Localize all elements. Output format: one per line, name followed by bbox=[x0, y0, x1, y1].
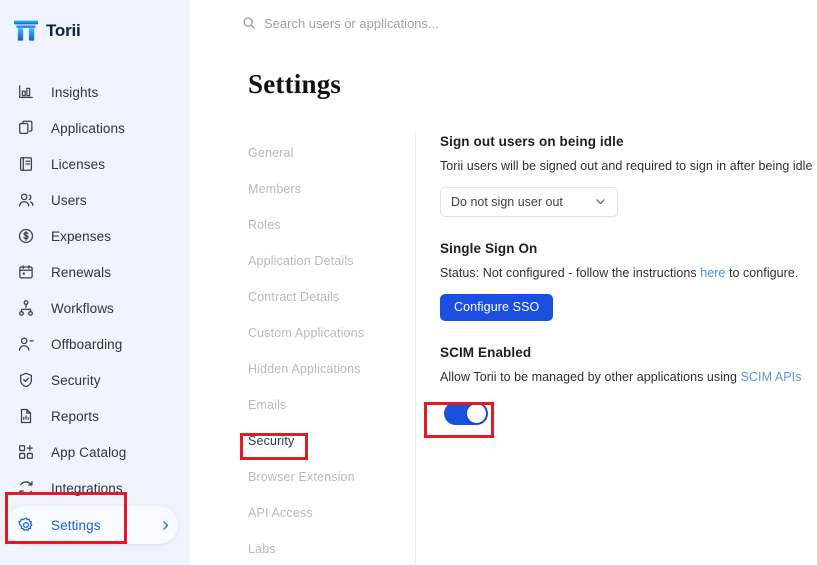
settings-subnav: General Members Roles Application Detail… bbox=[248, 133, 415, 565]
idle-signout-description: Torii users will be signed out and requi… bbox=[440, 159, 813, 173]
bar-chart-icon bbox=[16, 83, 35, 102]
gear-icon bbox=[16, 516, 35, 535]
page-title: Settings bbox=[248, 69, 342, 99]
sidebar-item-insights[interactable]: Insights bbox=[0, 74, 190, 110]
app-root: Torii Insights Applications Licenses Use… bbox=[0, 0, 817, 565]
sidebar-item-label: Security bbox=[51, 372, 101, 388]
subnav-item-labs[interactable]: Labs bbox=[248, 531, 415, 565]
sidebar-item-label: Reports bbox=[51, 408, 99, 424]
sidebar-item-renewals[interactable]: Renewals bbox=[0, 254, 190, 290]
sidebar-nav: Insights Applications Licenses Users Exp… bbox=[0, 74, 190, 544]
sidebar-item-label: Users bbox=[51, 192, 87, 208]
user-minus-icon bbox=[16, 335, 35, 354]
top-bar bbox=[190, 0, 817, 40]
sso-section: Single Sign On Status: Not configured - … bbox=[440, 241, 817, 321]
subnav-item-members[interactable]: Members bbox=[248, 171, 415, 207]
brand: Torii bbox=[0, 14, 190, 48]
configure-sso-button[interactable]: Configure SSO bbox=[440, 293, 554, 321]
grid-plus-icon bbox=[16, 443, 35, 462]
torii-gate-logo-icon bbox=[14, 20, 39, 42]
settings-content: General Members Roles Application Detail… bbox=[190, 133, 817, 565]
search-input[interactable] bbox=[264, 15, 524, 31]
subnav-item-general[interactable]: General bbox=[248, 135, 415, 171]
brand-name: Torii bbox=[46, 21, 81, 40]
subnav-item-contract-details[interactable]: Contract Details bbox=[248, 279, 415, 315]
idle-signout-select-value: Do not sign user out bbox=[451, 194, 563, 209]
search-icon bbox=[242, 16, 256, 30]
sidebar-item-label: Expenses bbox=[51, 228, 112, 244]
copy-apps-icon bbox=[16, 119, 35, 138]
subnav-item-application-details[interactable]: Application Details bbox=[248, 243, 415, 279]
refresh-sync-icon bbox=[16, 479, 35, 498]
sidebar: Torii Insights Applications Licenses Use… bbox=[0, 0, 190, 565]
calendar-icon bbox=[16, 263, 35, 282]
sidebar-item-label: Applications bbox=[51, 120, 125, 136]
report-doc-icon bbox=[16, 407, 35, 426]
sidebar-item-applications[interactable]: Applications bbox=[0, 110, 190, 146]
scim-description-prefix: Allow Torii to be managed by other appli… bbox=[440, 369, 741, 384]
main-content: Settings General Members Roles Applicati… bbox=[190, 0, 817, 565]
sso-status-suffix: to configure. bbox=[725, 265, 799, 280]
scim-section: SCIM Enabled Allow Torii to be managed b… bbox=[440, 345, 817, 430]
sso-title: Single Sign On bbox=[440, 240, 538, 256]
scim-toggle-row bbox=[440, 398, 817, 430]
subnav-item-hidden-applications[interactable]: Hidden Applications bbox=[248, 351, 415, 387]
chevron-down-icon bbox=[594, 195, 607, 208]
global-search[interactable] bbox=[242, 15, 524, 31]
idle-signout-title: Sign out users on being idle bbox=[440, 134, 624, 149]
sidebar-item-label: Licenses bbox=[51, 156, 106, 172]
subnav-item-security[interactable]: Security bbox=[248, 423, 415, 459]
idle-signout-select[interactable]: Do not sign user out bbox=[440, 186, 618, 217]
subnav-item-browser-extension[interactable]: Browser Extension bbox=[248, 459, 415, 495]
sso-status-prefix: Status: Not configured - follow the inst… bbox=[440, 265, 701, 280]
subnav-item-roles[interactable]: Roles bbox=[248, 207, 415, 243]
sso-here-link[interactable]: here bbox=[700, 266, 725, 280]
license-doc-icon bbox=[16, 155, 35, 174]
sidebar-item-label: Renewals bbox=[51, 264, 112, 280]
sidebar-item-expenses[interactable]: Expenses bbox=[0, 218, 190, 254]
sidebar-item-security[interactable]: Security bbox=[0, 362, 190, 398]
sidebar-item-label: Insights bbox=[51, 84, 99, 100]
sidebar-item-label: Settings bbox=[51, 517, 101, 533]
idle-signout-section: Sign out users on being idle Torii users… bbox=[440, 134, 817, 217]
sidebar-item-label: App Catalog bbox=[51, 444, 127, 460]
sidebar-item-users[interactable]: Users bbox=[0, 182, 190, 218]
sso-status: Status: Not configured - follow the inst… bbox=[440, 265, 817, 282]
sidebar-item-licenses[interactable]: Licenses bbox=[0, 146, 190, 182]
sidebar-item-workflows[interactable]: Workflows bbox=[0, 290, 190, 326]
scim-enabled-toggle[interactable] bbox=[444, 401, 488, 425]
sidebar-item-label: Workflows bbox=[51, 300, 114, 316]
sidebar-item-reports[interactable]: Reports bbox=[0, 398, 190, 434]
sidebar-item-offboarding[interactable]: Offboarding bbox=[0, 326, 190, 362]
sidebar-item-integrations[interactable]: Integrations bbox=[0, 470, 190, 506]
subnav-item-emails[interactable]: Emails bbox=[248, 387, 415, 423]
security-settings-panel: Sign out users on being idle Torii users… bbox=[440, 133, 817, 565]
scim-description: Allow Torii to be managed by other appli… bbox=[440, 369, 817, 386]
workflow-tree-icon bbox=[16, 299, 35, 318]
scim-apis-link[interactable]: SCIM APIs bbox=[741, 370, 802, 384]
dollar-circle-icon bbox=[16, 227, 35, 246]
toggle-knob bbox=[467, 403, 486, 423]
subnav-item-custom-applications[interactable]: Custom Applications bbox=[248, 315, 415, 351]
sidebar-item-label: Integrations bbox=[51, 480, 123, 496]
subnav-item-api-access[interactable]: API Access bbox=[248, 495, 415, 531]
vertical-divider bbox=[415, 133, 416, 565]
scim-title: SCIM Enabled bbox=[440, 344, 532, 360]
sidebar-item-label: Offboarding bbox=[51, 336, 123, 352]
sidebar-item-settings[interactable]: Settings bbox=[6, 506, 178, 544]
sidebar-item-app-catalog[interactable]: App Catalog bbox=[0, 434, 190, 470]
chevron-right-icon[interactable] bbox=[159, 519, 178, 532]
users-icon bbox=[16, 191, 35, 210]
shield-check-icon bbox=[16, 371, 35, 390]
